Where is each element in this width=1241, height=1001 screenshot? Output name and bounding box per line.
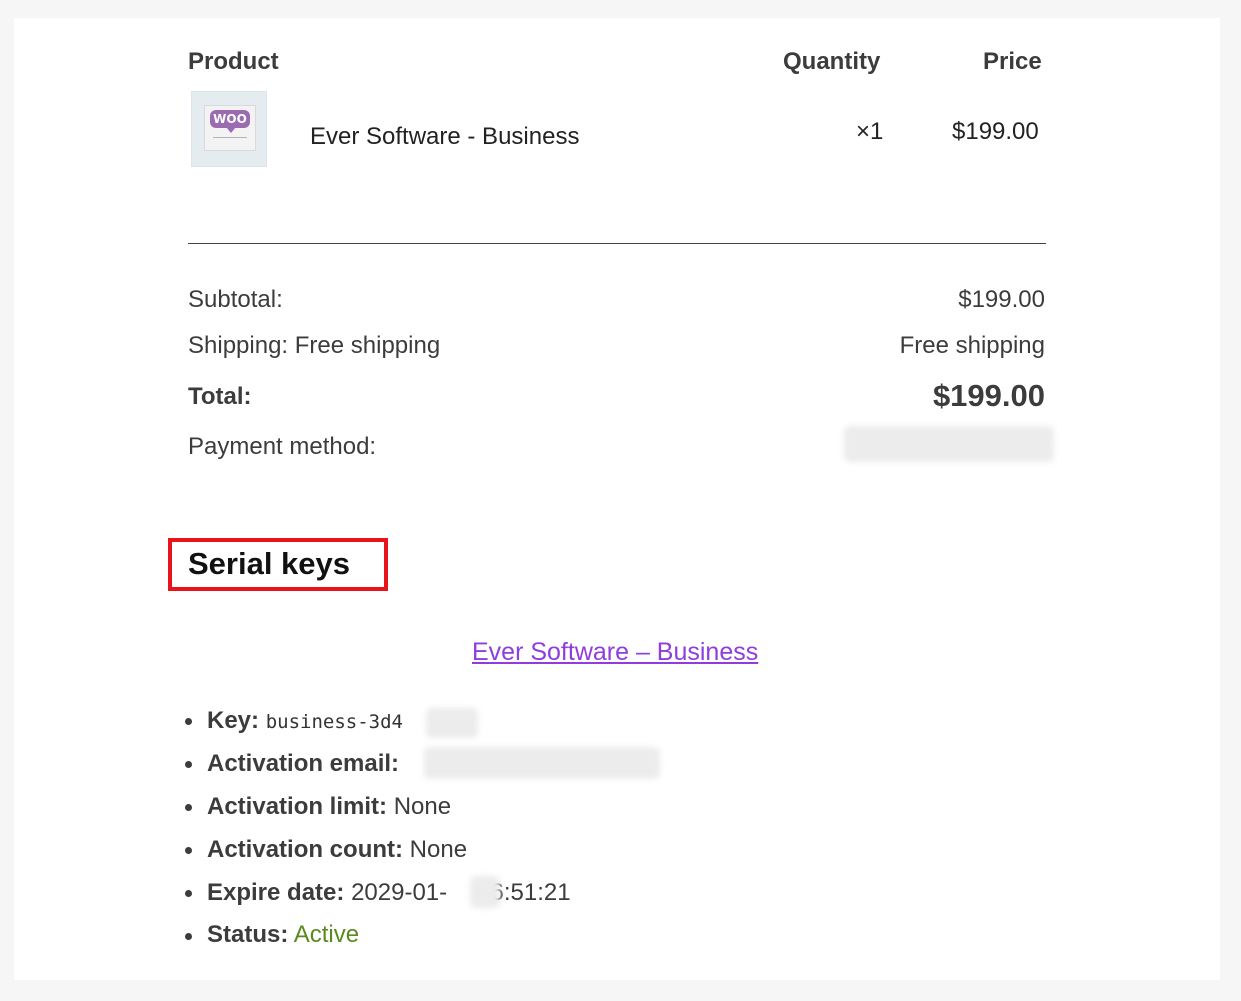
list-bullet: [185, 933, 192, 940]
product-quantity: ×1: [856, 118, 884, 145]
column-header-product: Product: [188, 48, 279, 75]
activation-limit-label: Activation limit:: [207, 793, 388, 820]
shipping-value: Free shipping: [899, 332, 1045, 359]
key-value: business-3d4: [265, 711, 403, 733]
list-item-activation-limit: Activation limit: None: [207, 793, 451, 821]
activation-email-redacted: [424, 747, 660, 779]
payment-method-redacted: [844, 426, 1054, 462]
list-item-status: Status: Active: [207, 921, 359, 949]
list-bullet: [185, 804, 192, 811]
product-price: $199.00: [952, 118, 1039, 145]
product-thumbnail-image: WOO: [204, 105, 256, 151]
activation-limit-value: None: [393, 793, 452, 820]
list-bullet: [185, 761, 192, 768]
serial-keys-title: Serial keys: [188, 546, 351, 581]
product-thumbnail: WOO: [191, 91, 267, 167]
product-name: Ever Software - Business: [310, 123, 580, 150]
total-label: Total:: [188, 383, 252, 410]
list-item-activation-count: Activation count: None: [207, 836, 467, 864]
activation-count-label: Activation count:: [207, 836, 403, 863]
subtotal-label: Subtotal:: [188, 286, 283, 313]
list-bullet: [185, 890, 192, 897]
order-email-card: Product Quantity Price WOO Ever Software…: [14, 18, 1220, 980]
serial-product-link[interactable]: Ever Software – Business: [472, 638, 758, 667]
woo-logo-icon: WOO: [210, 110, 250, 133]
thumbnail-scribble: [213, 137, 247, 138]
expire-date-value: 2029-01-: [351, 879, 448, 906]
shipping-label: Shipping: Free shipping: [188, 332, 441, 359]
expire-date-redacted: [470, 876, 500, 908]
list-bullet: [185, 847, 192, 854]
payment-method-label: Payment method:: [188, 433, 377, 460]
key-label: Key:: [207, 707, 260, 734]
list-item-key: Key: business-3d4: [207, 707, 403, 735]
status-label: Status:: [207, 921, 289, 948]
list-item-expire-date: Expire date: 2029-01- 16:51:21: [207, 879, 571, 907]
total-value: $199.00: [932, 378, 1045, 413]
expire-date-label: Expire date:: [207, 879, 345, 906]
activation-email-label: Activation email:: [207, 750, 400, 777]
list-item-activation-email: Activation email:: [207, 750, 399, 778]
table-divider: [188, 243, 1046, 244]
activation-count-value: None: [409, 836, 468, 863]
status-badge: Active: [293, 921, 360, 948]
list-bullet: [185, 718, 192, 725]
column-header-price: Price: [983, 48, 1042, 75]
key-redacted: [426, 708, 478, 738]
subtotal-value: $199.00: [958, 286, 1045, 313]
column-header-quantity: Quantity: [783, 48, 881, 75]
